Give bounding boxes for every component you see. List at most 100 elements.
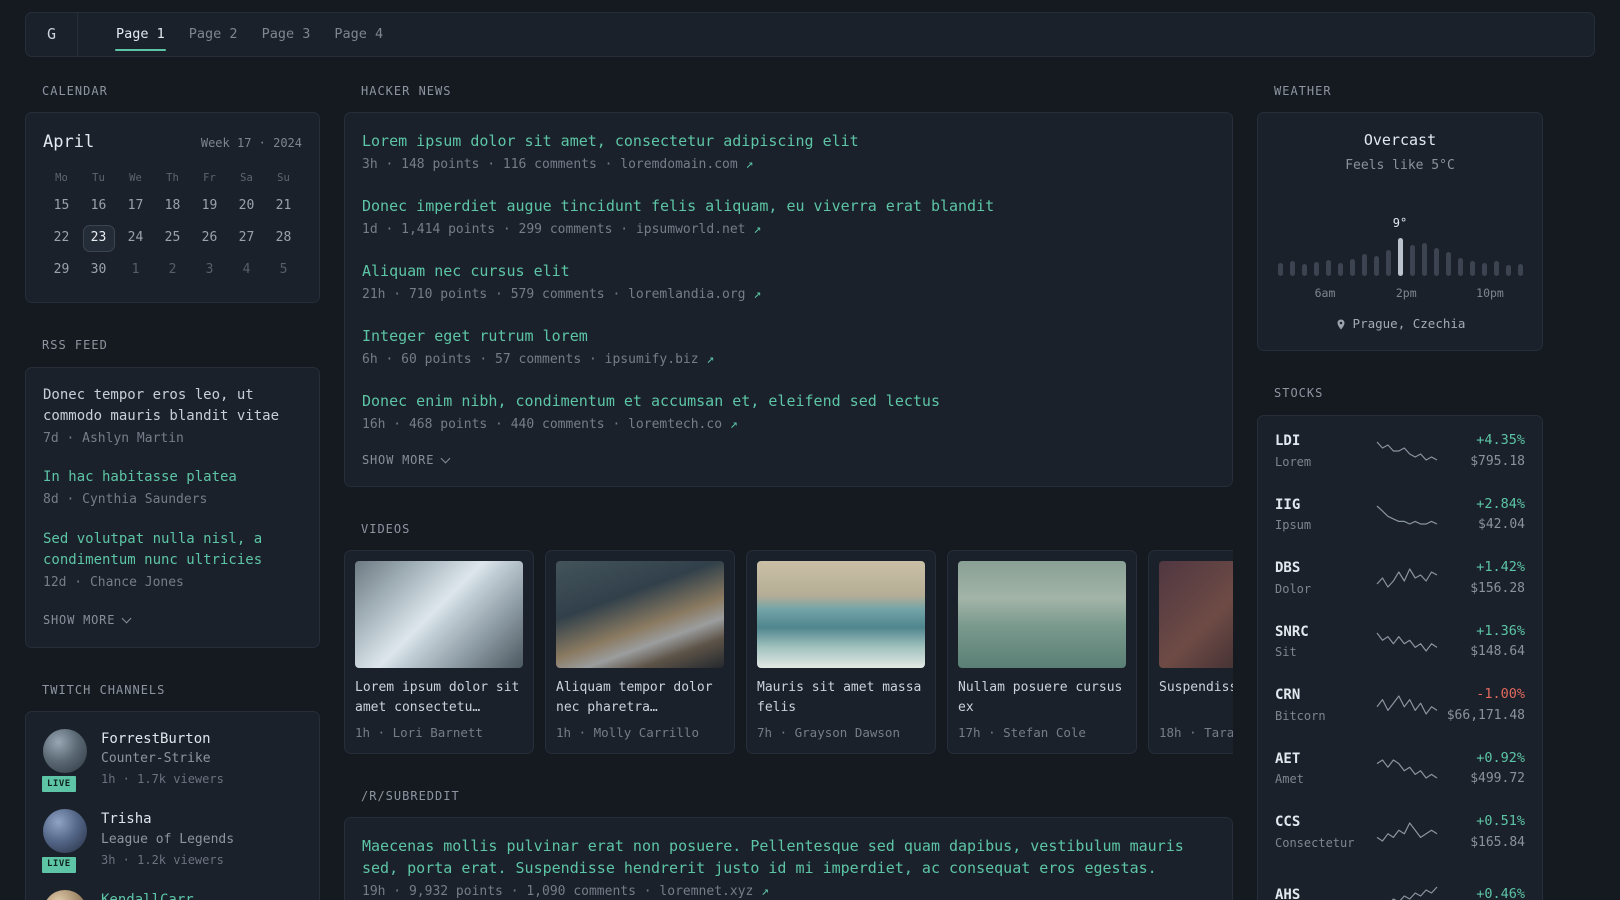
channel-category[interactable]: Counter-Strike bbox=[101, 750, 224, 769]
hn-domain-link[interactable]: loremtech.co ↗ bbox=[628, 417, 738, 432]
reddit-post-meta: 19h · 9,932 points · 1,090 comments · lo… bbox=[362, 883, 1215, 900]
rss-item-link[interactable]: In hac habitasse platea bbox=[43, 467, 302, 488]
weather-widget-title: WEATHER bbox=[1274, 84, 1332, 98]
reddit-post-link[interactable]: Maecenas mollis pulvinar erat non posuer… bbox=[362, 835, 1215, 879]
stock-price: $165.84 bbox=[1470, 834, 1525, 850]
rss-item-link[interactable]: Donec tempor eros leo, ut commodo mauris… bbox=[43, 385, 302, 427]
stock-symbol: SNRC bbox=[1275, 623, 1309, 640]
stock-price: $148.64 bbox=[1470, 644, 1525, 660]
stock-sparkline bbox=[1376, 759, 1438, 779]
calendar-day: 3 bbox=[205, 262, 214, 278]
left-column: CALENDAR April Week 17 · 2024 Mo Tu We T… bbox=[25, 83, 320, 900]
tab-page-3[interactable]: Page 3 bbox=[250, 13, 323, 56]
channel-avatar-wrap: LIVE bbox=[39, 728, 87, 796]
twitch-channel-row[interactable]: LIVE KendallCarr bbox=[43, 890, 302, 900]
calendar-day: 16 bbox=[90, 198, 107, 214]
hn-domain-link[interactable]: loremdomain.com ↗ bbox=[620, 157, 753, 172]
channel-category[interactable]: League of Legends bbox=[101, 831, 234, 850]
video-thumbnail[interactable] bbox=[355, 561, 523, 669]
channel-viewers: 3h · 1.2k viewers bbox=[101, 852, 224, 867]
video-card[interactable]: Lorem ipsum dolor sit amet consectetu… 1… bbox=[344, 550, 534, 754]
stock-row[interactable]: LDI Lorem +4.35% $795.18 bbox=[1275, 420, 1525, 484]
hn-domain-link[interactable]: ipsumify.biz ↗ bbox=[605, 352, 715, 367]
video-card[interactable]: Aliquam tempor dolor nec pharetra… 1h · … bbox=[545, 550, 735, 754]
calendar-widget: CALENDAR April Week 17 · 2024 Mo Tu We T… bbox=[25, 83, 320, 304]
calendar-grid: 15 16 17 18 19 20 21 22 23 24 25 26 27 28 29 30 1 2 3 4 5 bbox=[43, 192, 302, 285]
calendar-header: April Week 17 · 2024 bbox=[43, 130, 302, 155]
tab-page-4[interactable]: Page 4 bbox=[322, 13, 395, 56]
video-title[interactable]: Mauris sit amet massa felis bbox=[757, 678, 925, 718]
stock-identity: AET Amet bbox=[1275, 749, 1375, 789]
hn-domain-link[interactable]: ipsumworld.net ↗ bbox=[636, 222, 761, 237]
hn-story: Aliquam nec cursus elit 21h · 710 points… bbox=[362, 260, 1215, 305]
stock-row[interactable]: CRN Bitcorn -1.00% $66,171.48 bbox=[1275, 674, 1525, 738]
twitch-channel-row[interactable]: LIVE ForrestBurton Counter-Strike 1h · 1… bbox=[39, 728, 302, 796]
stock-symbol: CRN bbox=[1275, 687, 1301, 704]
weather-bar: 9° bbox=[1393, 216, 1407, 276]
videos-widget-title: VIDEOS bbox=[361, 522, 411, 536]
video-thumbnail[interactable] bbox=[958, 561, 1126, 669]
video-thumbnail[interactable] bbox=[757, 561, 925, 669]
stock-name: Dolor bbox=[1275, 581, 1312, 596]
stock-values: +4.35% $795.18 bbox=[1439, 431, 1525, 471]
channel-name[interactable]: ForrestBurton bbox=[101, 729, 224, 749]
video-card[interactable]: Mauris sit amet massa felis 7h · Grayson… bbox=[746, 550, 936, 754]
live-badge: LIVE bbox=[39, 853, 79, 877]
tab-page-1[interactable]: Page 1 bbox=[104, 13, 177, 56]
stock-sparkline bbox=[1376, 822, 1438, 842]
stock-identity: IIG Ipsum bbox=[1275, 495, 1375, 535]
weekday-label: Su bbox=[277, 172, 290, 185]
stock-change: +1.36% bbox=[1476, 622, 1525, 639]
dashboard-content: CALENDAR April Week 17 · 2024 Mo Tu We T… bbox=[25, 83, 1595, 900]
app-logo[interactable]: G bbox=[26, 13, 78, 56]
stock-change: +4.35% bbox=[1476, 432, 1525, 449]
stock-row[interactable]: AHS +0.46% bbox=[1275, 864, 1525, 900]
weather-bar bbox=[1409, 244, 1415, 276]
hn-story-link[interactable]: Donec imperdiet augue tincidunt felis al… bbox=[362, 195, 1215, 217]
tab-page-2[interactable]: Page 2 bbox=[177, 13, 250, 56]
weekday-label: Fr bbox=[203, 172, 216, 185]
hn-story-link[interactable]: Lorem ipsum dolor sit amet, consectetur … bbox=[362, 130, 1215, 152]
video-title[interactable]: Aliquam tempor dolor nec pharetra… bbox=[556, 678, 724, 718]
hn-story-link[interactable]: Integer eget rutrum lorem bbox=[362, 325, 1215, 347]
video-thumbnail[interactable] bbox=[556, 561, 724, 669]
video-title[interactable]: Suspendisse diam bbox=[1159, 678, 1233, 718]
time-label: 10pm bbox=[1476, 285, 1504, 300]
weather-location: Prague, Czechia bbox=[1275, 315, 1525, 333]
video-card[interactable]: Suspendisse diam 18h · Tara bbox=[1148, 550, 1233, 754]
twitch-channel-row[interactable]: LIVE Trisha League of Legends 3h · 1.2k … bbox=[39, 809, 302, 877]
rss-widget-title: RSS FEED bbox=[42, 338, 108, 353]
rss-item-meta: 12d · Chance Jones bbox=[43, 575, 184, 591]
rss-item-link[interactable]: Sed volutpat nulla nisl, a condimentum n… bbox=[43, 529, 302, 571]
channel-name[interactable]: KendallCarr bbox=[101, 890, 194, 900]
stock-change: +0.46% bbox=[1476, 885, 1525, 900]
calendar-day: 27 bbox=[238, 230, 255, 246]
video-card[interactable]: Nullam posuere cursus ex 17h · Stefan Co… bbox=[947, 550, 1137, 754]
show-more-label: SHOW MORE bbox=[362, 452, 435, 467]
weather-bar bbox=[1433, 247, 1439, 276]
video-title[interactable]: Lorem ipsum dolor sit amet consectetu… bbox=[355, 678, 523, 718]
hn-meta-text: 3h · 148 points · 116 comments · bbox=[362, 157, 621, 173]
stock-symbol: IIG bbox=[1275, 496, 1301, 513]
stock-sparkline bbox=[1376, 695, 1438, 715]
weather-bar bbox=[1337, 262, 1343, 276]
hn-show-more-button[interactable]: SHOW MORE bbox=[362, 452, 1215, 469]
stock-row[interactable]: DBS Dolor +1.42% $156.28 bbox=[1275, 547, 1525, 611]
stock-row[interactable]: SNRC Sit +1.36% $148.64 bbox=[1275, 610, 1525, 674]
stock-symbol: AET bbox=[1275, 750, 1301, 767]
video-title[interactable]: Nullam posuere cursus ex bbox=[958, 678, 1126, 718]
hn-story-link[interactable]: Donec enim nibh, condimentum et accumsan… bbox=[362, 390, 1215, 412]
hn-story-link[interactable]: Aliquam nec cursus elit bbox=[362, 260, 1215, 282]
stock-row[interactable]: IIG Ipsum +2.84% $42.04 bbox=[1275, 483, 1525, 547]
hn-story-meta: 1d · 1,414 points · 299 comments · ipsum… bbox=[362, 221, 1215, 240]
video-thumbnail[interactable] bbox=[1159, 561, 1233, 669]
stock-row[interactable]: CCS Consectetur +0.51% $165.84 bbox=[1275, 801, 1525, 865]
rss-card: Donec tempor eros leo, ut commodo mauris… bbox=[25, 366, 320, 648]
hn-domain-link[interactable]: loremlandia.org ↗ bbox=[628, 287, 761, 302]
calendar-day: 15 bbox=[53, 198, 70, 214]
rss-show-more-button[interactable]: SHOW MORE bbox=[43, 612, 302, 629]
stock-row[interactable]: AET Amet +0.92% $499.72 bbox=[1275, 737, 1525, 801]
hn-story: Donec imperdiet augue tincidunt felis al… bbox=[362, 195, 1215, 240]
reddit-domain-link[interactable]: loremnet.xyz ↗ bbox=[659, 884, 769, 899]
channel-name[interactable]: Trisha bbox=[101, 809, 234, 829]
